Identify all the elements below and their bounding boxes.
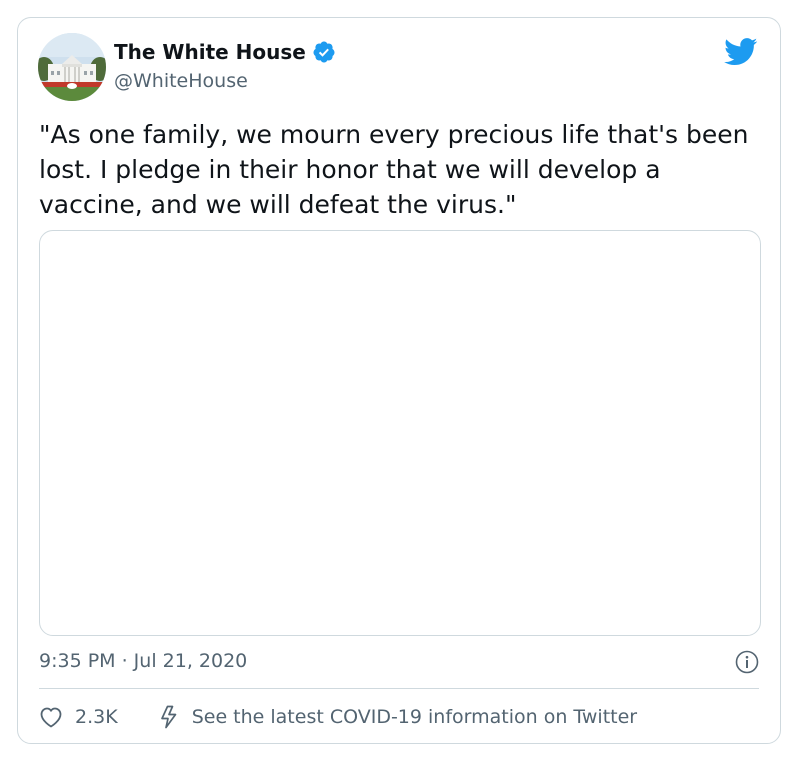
verified-badge-icon: [313, 41, 335, 63]
action-bar: 2.3K See the latest COVID-19 information…: [39, 704, 637, 730]
avatar[interactable]: [38, 33, 106, 101]
info-icon[interactable]: [735, 650, 759, 674]
tweet-timestamp[interactable]: 9:35 PM · Jul 21, 2020: [39, 648, 247, 674]
author-name-text: The White House: [114, 40, 306, 64]
author-handle[interactable]: @WhiteHouse: [114, 69, 248, 93]
like-button[interactable]: 2.3K: [39, 704, 118, 730]
covid-info-text: See the latest COVID-19 information on T…: [191, 706, 638, 728]
divider: [39, 688, 759, 689]
heart-icon: [40, 707, 62, 728]
author-name[interactable]: The White House: [114, 39, 336, 65]
covid-info-link[interactable]: See the latest COVID-19 information on T…: [158, 704, 637, 730]
like-count: 2.3K: [75, 706, 118, 728]
tweet-text: "As one family, we mourn every precious …: [39, 120, 749, 219]
tweet-card: The White House @WhiteHouse "As one fami…: [17, 17, 781, 744]
lightning-icon: [160, 705, 177, 729]
twitter-bird-icon[interactable]: [724, 38, 758, 66]
media-embed[interactable]: [39, 230, 761, 636]
